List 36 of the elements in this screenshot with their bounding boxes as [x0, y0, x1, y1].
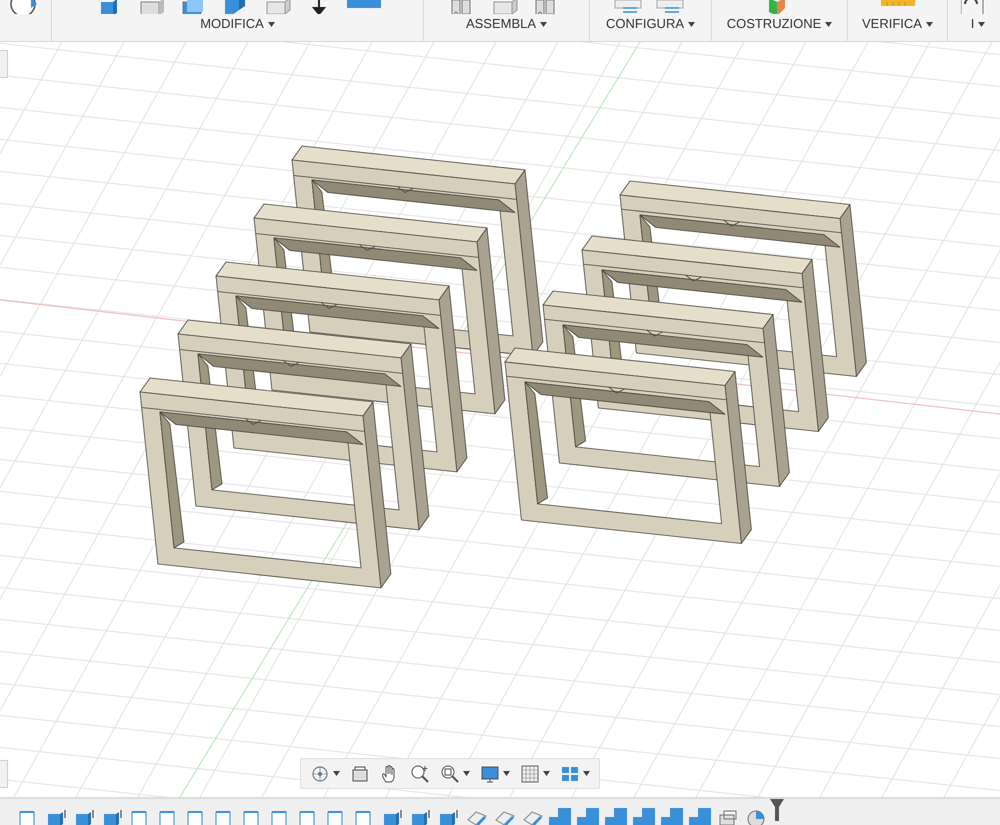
grid-icon	[520, 764, 540, 784]
toolbar-group-menu[interactable]: ASSEMBLA	[466, 16, 548, 32]
timeline-step-feature[interactable]	[574, 805, 602, 825]
caret-icon	[978, 22, 986, 26]
timeline-step-feature[interactable]	[602, 805, 630, 825]
step-icon	[548, 806, 572, 825]
caret-icon	[540, 22, 548, 26]
caret-icon	[583, 771, 590, 776]
timeline-step-feature[interactable]	[686, 805, 714, 825]
step-icon	[632, 806, 656, 825]
caret-icon	[503, 771, 510, 776]
timeline-marker-icon[interactable]	[770, 799, 784, 821]
step-icon	[688, 806, 712, 825]
timeline-step-feature[interactable]	[658, 805, 686, 825]
toolbar-group-menu[interactable]: I	[970, 16, 986, 32]
caret-icon	[333, 771, 340, 776]
step-icon	[660, 806, 684, 825]
caret-icon	[926, 22, 933, 26]
toolbar-group-menu[interactable]: VERIFICA	[862, 16, 933, 32]
caret-icon	[463, 771, 470, 776]
toolbar-group-menu[interactable]: CONFIGURA	[606, 16, 695, 32]
caret-icon	[825, 22, 832, 26]
fit-icon	[440, 764, 460, 784]
caret-icon	[543, 771, 550, 776]
display-icon	[480, 764, 500, 784]
toolbar-group-menu[interactable]: MODIFICA	[200, 16, 275, 32]
zoom-icon	[410, 764, 430, 784]
step-icon	[604, 806, 628, 825]
toolbar-group-menu[interactable]: COSTRUZIONE	[726, 16, 832, 32]
look-icon	[350, 764, 370, 784]
timeline-step-feature[interactable]	[630, 805, 658, 825]
step-icon	[576, 806, 600, 825]
caret-icon	[268, 22, 275, 26]
timeline-step-feature[interactable]	[546, 805, 574, 825]
orbit-icon	[310, 764, 330, 784]
caret-icon	[688, 22, 695, 26]
